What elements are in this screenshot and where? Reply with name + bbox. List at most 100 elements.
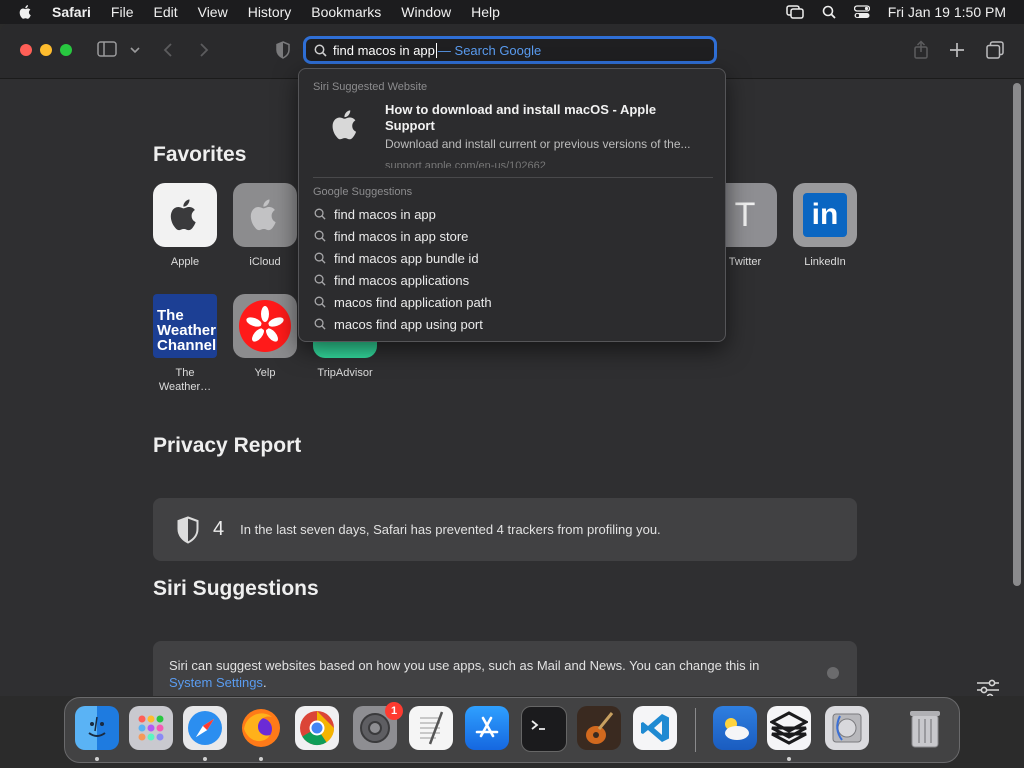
menu-file[interactable]: File <box>111 4 134 20</box>
search-icon <box>314 318 326 330</box>
favorite-yelp[interactable]: Yelp <box>225 294 305 380</box>
system-settings-link[interactable]: System Settings <box>169 675 263 690</box>
suggestion-text: macos find application path <box>334 294 492 310</box>
chevron-down-icon[interactable] <box>130 46 140 54</box>
favorite-label: LinkedIn <box>804 256 846 268</box>
suggestion-text: find macos app bundle id <box>334 250 479 266</box>
notification-badge: 1 <box>385 702 403 720</box>
google-suggestions-header: Google Suggestions <box>313 186 413 198</box>
search-icon <box>314 274 326 286</box>
garageband-icon[interactable] <box>577 706 621 750</box>
safari-icon[interactable] <box>183 706 227 750</box>
minimize-window-button[interactable] <box>40 44 52 56</box>
running-indicator <box>95 757 99 761</box>
favorite-linkedin[interactable]: in LinkedIn <box>785 183 865 269</box>
favorite-label: The Weather… <box>158 367 212 393</box>
apple-logo-icon <box>332 110 357 140</box>
disk-utility-icon[interactable] <box>825 706 869 750</box>
search-icon <box>314 296 326 308</box>
favorite-weather-channel[interactable]: The Weather Channel The Weather… <box>145 294 225 394</box>
linkedin-glyph: in <box>803 193 847 237</box>
siri-suggested-header: Siri Suggested Website <box>313 81 428 93</box>
search-engine-hint: — Search Google <box>437 42 542 58</box>
trash-icon[interactable] <box>903 706 947 750</box>
menu-safari[interactable]: Safari <box>52 4 91 20</box>
suggestion-text: macos find app using port <box>334 316 483 332</box>
suggested-site-description: Download and install current or previous… <box>385 137 691 151</box>
suggestion-text: find macos in app store <box>334 228 469 244</box>
privacy-report-title: Privacy Report <box>153 434 302 457</box>
menu-clock[interactable]: Fri Jan 19 1:50 PM <box>888 4 1006 20</box>
menu-bar: Safari File Edit View History Bookmarks … <box>0 0 1024 24</box>
siri-suggestions-title: Siri Suggestions <box>153 577 319 600</box>
utility-app-icon[interactable] <box>767 706 811 750</box>
weather-icon[interactable] <box>713 706 757 750</box>
menu-help[interactable]: Help <box>471 4 500 20</box>
scrollbar[interactable] <box>1013 83 1021 586</box>
address-bar-text[interactable]: find macos in app <box>333 43 435 58</box>
suggested-site-url: support.apple.com/en-us/102662 <box>385 160 546 168</box>
siri-suggested-website[interactable]: How to download and install macOS - Appl… <box>299 97 725 173</box>
control-center-icon[interactable] <box>853 5 870 19</box>
privacy-report-text: In the last seven days, Safari has preve… <box>240 522 661 537</box>
dismiss-button[interactable] <box>827 667 839 679</box>
privacy-shield-icon[interactable] <box>276 41 290 59</box>
app-store-icon[interactable] <box>465 706 509 750</box>
running-indicator <box>259 757 263 761</box>
address-bar[interactable]: find macos in app — Search Google <box>303 36 717 64</box>
finder-icon[interactable] <box>75 706 119 750</box>
search-icon <box>314 208 326 220</box>
suggestion-item[interactable]: find macos applications <box>299 269 725 291</box>
suggestion-item[interactable]: find macos in app store <box>299 225 725 247</box>
close-window-button[interactable] <box>20 44 32 56</box>
textedit-icon[interactable] <box>409 706 453 750</box>
favorite-label: TripAdvisor <box>317 367 373 379</box>
launchpad-icon[interactable] <box>129 706 173 750</box>
favorite-label: iCloud <box>249 256 281 268</box>
forward-arrow-icon[interactable] <box>198 42 210 58</box>
sidebar-toggle-icon[interactable] <box>97 40 117 58</box>
suggestion-text: find macos applications <box>334 272 470 288</box>
customize-settings-icon[interactable] <box>976 679 1000 696</box>
spotlight-search-icon[interactable] <box>822 5 836 19</box>
menu-window[interactable]: Window <box>401 4 451 20</box>
firefox-icon[interactable] <box>239 706 283 750</box>
privacy-report-card[interactable]: 4 In the last seven days, Safari has pre… <box>153 498 857 561</box>
suggestion-item[interactable]: macos find app using port <box>299 313 725 335</box>
zoom-window-button[interactable] <box>60 44 72 56</box>
favorite-apple[interactable]: Apple <box>145 183 225 269</box>
menu-bookmarks[interactable]: Bookmarks <box>311 4 381 20</box>
privacy-shield-icon <box>177 515 199 544</box>
back-arrow-icon[interactable] <box>162 42 174 58</box>
menu-history[interactable]: History <box>248 4 292 20</box>
weather-channel-logo-icon: The Weather Channel <box>153 294 217 358</box>
suggestion-item[interactable]: macos find application path <box>299 291 725 313</box>
menu-view[interactable]: View <box>198 4 228 20</box>
vscode-icon[interactable] <box>633 706 677 750</box>
siri-suggestions-text: Siri can suggest websites based on how y… <box>169 658 760 673</box>
favorite-label: Yelp <box>254 367 276 379</box>
siri-suggestions-card: Siri can suggest websites based on how y… <box>153 641 857 696</box>
chrome-icon[interactable] <box>295 706 339 750</box>
suggestion-item[interactable]: find macos in app <box>299 203 725 225</box>
search-icon <box>314 230 326 242</box>
apple-menu-icon[interactable] <box>18 4 34 20</box>
screen-mirroring-icon[interactable] <box>785 5 804 19</box>
share-icon[interactable] <box>913 40 929 60</box>
terminal-icon[interactable] <box>521 706 567 752</box>
suggestion-item[interactable]: find macos app bundle id <box>299 247 725 269</box>
dock-separator <box>695 708 696 752</box>
text-caret <box>435 42 437 58</box>
menu-edit[interactable]: Edit <box>153 4 177 20</box>
linkedin-logo-icon: in <box>793 183 857 247</box>
search-icon <box>314 252 326 264</box>
new-tab-plus-icon[interactable] <box>949 42 965 58</box>
search-icon <box>314 44 327 57</box>
tab-overview-icon[interactable] <box>986 41 1004 59</box>
siri-period: . <box>262 675 267 690</box>
favorites-title: Favorites <box>153 143 247 166</box>
menu-extras: Fri Jan 19 1:50 PM <box>785 0 1006 24</box>
favorite-icloud[interactable]: iCloud <box>225 183 305 269</box>
yelp-logo-icon <box>233 294 297 358</box>
search-suggestions-dropdown: Siri Suggested Website How to download a… <box>298 68 726 342</box>
